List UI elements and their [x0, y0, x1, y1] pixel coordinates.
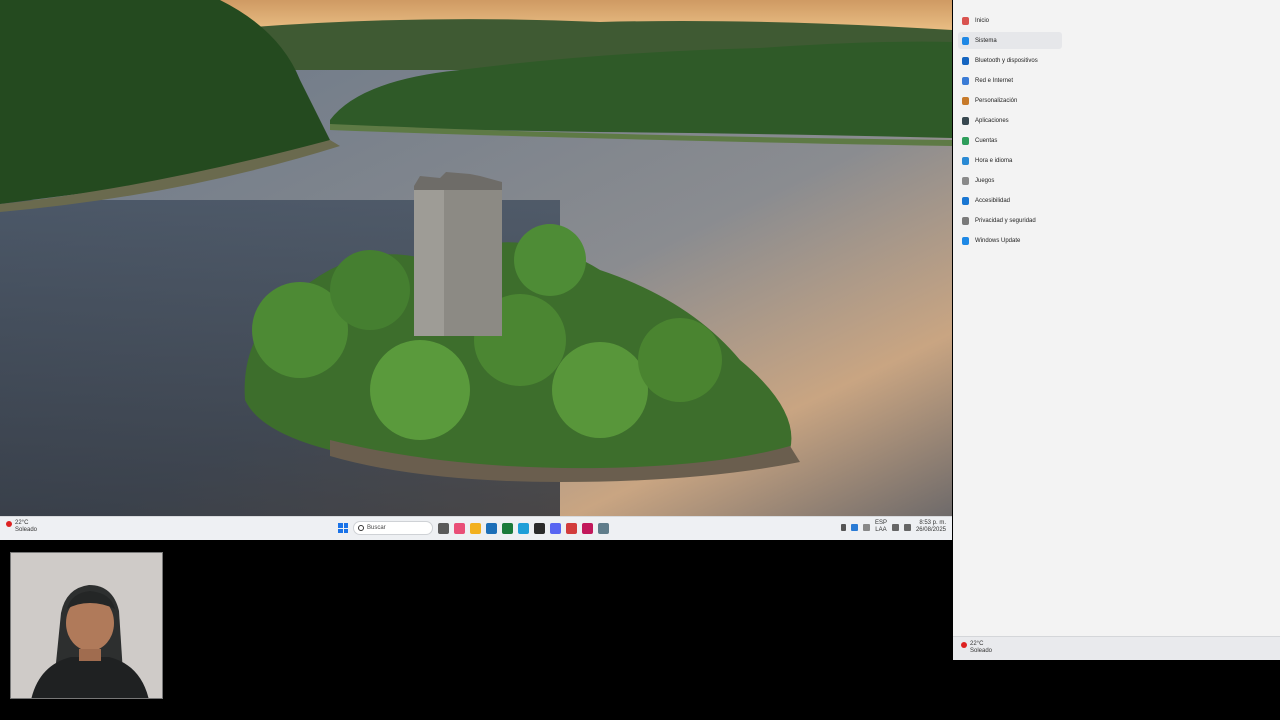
taskbar-search[interactable]: Buscar: [353, 521, 433, 535]
nav-item-label: Bluetooth y dispositivos: [975, 57, 1038, 64]
taskbar: 22°C Soleado Buscar ESP LAA 8:53 p. m. 2…: [0, 516, 952, 540]
accounts-icon: [962, 136, 969, 145]
file-explorer-icon[interactable]: [470, 522, 481, 534]
nav-item-aplicaciones[interactable]: Aplicaciones: [958, 112, 1062, 129]
edge-icon[interactable]: [518, 522, 529, 534]
nav-item-personalización[interactable]: Personalización: [958, 92, 1062, 109]
nav-item-label: Red e Internet: [975, 77, 1014, 84]
weather-description: Soleado: [970, 648, 993, 654]
copilot-icon[interactable]: [454, 522, 465, 534]
nav-item-bluetooth-y-dispositivos[interactable]: Bluetooth y dispositivos: [958, 52, 1062, 69]
nav-item-label: Cuentas: [975, 137, 998, 144]
weather-description: Soleado: [15, 527, 38, 533]
network-icon: [962, 76, 969, 85]
task-view-icon[interactable]: [438, 522, 449, 534]
nav-item-label: Sistema: [975, 37, 997, 44]
time-language-icon: [962, 156, 969, 165]
home-icon: [962, 16, 969, 25]
nav-item-label: Inicio: [975, 17, 990, 24]
screen: 22°C Soleado Buscar ESP LAA 8:53 p. m. 2…: [0, 0, 1280, 720]
nav-item-label: Privacidad y seguridad: [975, 217, 1036, 224]
nav-item-label: Windows Update: [975, 237, 1021, 244]
capcut-icon[interactable]: [534, 522, 545, 534]
nav-item-hora-e-idioma[interactable]: Hora e idioma: [958, 152, 1062, 169]
system-tray: ESP LAA 8:53 p. m. 26/08/2025: [840, 520, 946, 534]
wallpaper-scene: [0, 0, 952, 516]
nav-item-label: Aplicaciones: [975, 117, 1009, 124]
weather-icon: [961, 642, 967, 648]
apps-icon: [962, 116, 969, 125]
nav-item-accesibilidad[interactable]: Accesibilidad: [958, 192, 1062, 209]
nav-item-privacidad-y-seguridad[interactable]: Privacidad y seguridad: [958, 212, 1062, 229]
weather-temperature: 22°C: [15, 520, 29, 526]
taskbar-center: Buscar: [338, 521, 609, 535]
weather-icon: [6, 521, 12, 527]
nav-item-label: Personalización: [975, 97, 1018, 104]
xbox-icon[interactable]: [502, 522, 513, 534]
bluetooth-icon: [962, 56, 969, 65]
settings-taskbar: 22°C Soleado: [953, 636, 1280, 660]
clock-time: 8:53 p. m.: [919, 520, 946, 526]
tray-app-icon[interactable]: [850, 523, 858, 531]
app-icon[interactable]: [582, 522, 593, 534]
volume-icon[interactable]: [903, 523, 911, 531]
chevron-up-icon[interactable]: [840, 523, 846, 531]
nav-item-cuentas[interactable]: Cuentas: [958, 132, 1062, 149]
nav-item-red-e-internet[interactable]: Red e Internet: [958, 72, 1062, 89]
nav-item-windows-update[interactable]: Windows Update: [958, 232, 1062, 249]
chrome-icon[interactable]: [566, 522, 577, 534]
desktop-wallpaper: [0, 0, 952, 516]
personalization-icon: [962, 96, 969, 105]
nav-item-label: Hora e idioma: [975, 157, 1013, 164]
clock-date: 26/08/2025: [915, 527, 946, 533]
wifi-icon[interactable]: [891, 523, 899, 531]
language-indicator[interactable]: ESP LAA: [875, 520, 887, 534]
windows-update-icon: [962, 236, 969, 245]
nav-item-label: Accesibilidad: [975, 197, 1011, 204]
accessibility-icon: [962, 196, 969, 205]
settings-gear-icon[interactable]: [598, 522, 609, 534]
system-icon: [962, 36, 969, 45]
start-button[interactable]: [338, 523, 348, 533]
tray-network-icon[interactable]: [862, 523, 870, 531]
weather-temperature: 22°C: [970, 641, 984, 647]
search-placeholder: Buscar: [367, 525, 386, 531]
nav-item-inicio[interactable]: Inicio: [958, 12, 1062, 29]
nav-item-juegos[interactable]: Juegos: [958, 172, 1062, 189]
clock[interactable]: 8:53 p. m. 26/08/2025: [916, 520, 946, 534]
webcam-overlay: [10, 552, 163, 699]
shield-icon: [962, 216, 969, 225]
nav-item-label: Juegos: [975, 177, 995, 184]
webcam-person: [11, 553, 162, 698]
settings-window: Inicio Sistema Bluetooth y dispositivos Red…: [953, 0, 1280, 636]
search-icon: [358, 525, 364, 531]
store-icon[interactable]: [486, 522, 497, 534]
weather-widget[interactable]: 22°C Soleado: [6, 520, 37, 534]
nav-item-sistema[interactable]: Sistema: [958, 32, 1062, 49]
discord-icon[interactable]: [550, 522, 561, 534]
weather-widget[interactable]: 22°C Soleado: [961, 641, 992, 655]
gaming-icon: [962, 176, 969, 185]
